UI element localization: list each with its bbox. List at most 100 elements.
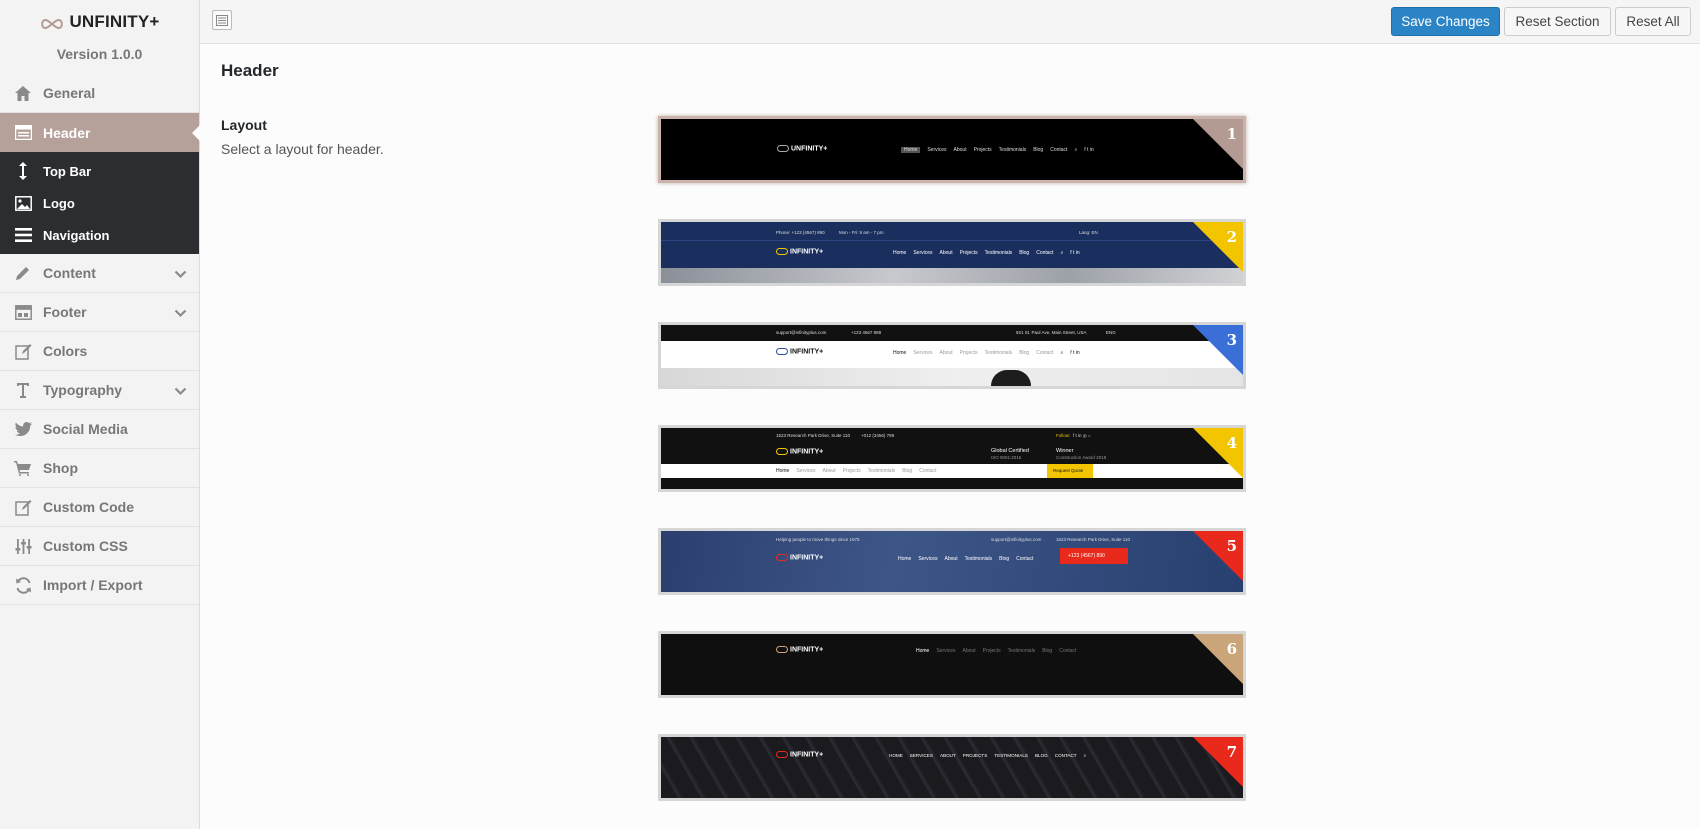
submenu-item-navigation[interactable]: Navigation (0, 219, 199, 251)
section-title: Header (221, 61, 279, 80)
layout-option-6[interactable]: INFINITY+ Home Services About Projects Testi… (658, 631, 1246, 698)
sidebar-item-colors[interactable]: Colors (0, 332, 199, 371)
layout-number: 3 (1226, 331, 1237, 349)
preview-nav: Home Services About Projects Testimonials Blo… (916, 648, 1077, 654)
reset-section-button[interactable]: Reset Section (1504, 7, 1611, 36)
sidebar-item-label: Header (43, 124, 91, 141)
header-layout-icon (13, 123, 33, 143)
preview-topbar-right: 921 St. Paul Ave, Main Street, USA (1016, 330, 1087, 335)
field-title: Layout (221, 117, 267, 133)
layout-number: 5 (1226, 537, 1237, 555)
cart-icon (13, 458, 33, 478)
pencil-icon (13, 263, 33, 283)
text-icon (13, 380, 33, 400)
sidebar-item-social-media[interactable]: Social Media (0, 410, 199, 449)
sidebar-item-footer[interactable]: Footer (0, 293, 199, 332)
chevron-down-icon[interactable] (174, 266, 187, 282)
preview-nav: Home Services About Projects Testimonials Blo… (893, 350, 1080, 356)
save-changes-button[interactable]: Save Changes (1391, 7, 1500, 36)
layout-options: UNFINITY+ Home Services About Projects Testi… (658, 116, 1246, 801)
sidebar-item-label: Custom Code (43, 499, 134, 515)
preview-cta: Request Quote (1053, 468, 1084, 473)
preview-topbar-left: Phone: +123 (4567) 890 (776, 230, 825, 235)
preview-topbar-left: 1523 Research Park Drive, Suite 110 (776, 433, 850, 438)
sidebar-item-custom-code[interactable]: Custom Code (0, 488, 199, 527)
layout-option-3[interactable]: support@infinityplus.com +123 4567 889 9… (658, 322, 1246, 389)
header-submenu: Top Bar Logo Navigation (0, 152, 199, 254)
preview-logo: INFINITY+ (776, 646, 823, 653)
layout-option-7[interactable]: INFINITY+ HOME SERVICES ABOUT PROJECTS TESTI… (658, 734, 1246, 801)
reset-all-button[interactable]: Reset All (1615, 7, 1691, 36)
brand-name: UNFINITY+ (69, 12, 160, 31)
submenu-item-top-bar[interactable]: Top Bar (0, 155, 199, 187)
preview-logo: UNFINITY+ (777, 145, 827, 152)
submenu-item-label: Top Bar (43, 163, 92, 179)
preview-award-2-sub: Construction Award 2019 (1056, 455, 1107, 460)
preview-logo: INFINITY+ (776, 751, 823, 758)
submenu-item-label: Navigation (43, 227, 110, 243)
layout-number: 2 (1226, 228, 1237, 246)
preview-follow: Follow: (1056, 433, 1071, 438)
sidebar-item-typography[interactable]: Typography (0, 371, 199, 410)
sidebar-item-label: Custom CSS (43, 538, 128, 554)
preview-award-2: Winner (1056, 448, 1074, 454)
brand-logo: UNFINITY+ (0, 12, 199, 32)
preview-nav: Home Services About Projects Testimonials Blo… (901, 147, 1101, 153)
sidebar-item-shop[interactable]: Shop (0, 449, 199, 488)
footer-layout-icon (13, 302, 33, 322)
layout-option-2[interactable]: Phone: +123 (4567) 890 Mon - Fri: 9 am -… (658, 219, 1246, 286)
preview-topbar-mid: +123 4567 889 (851, 330, 882, 335)
sidebar-item-label: Content (43, 265, 96, 281)
edit-code-icon (13, 497, 33, 517)
layout-option-1[interactable]: UNFINITY+ Home Services About Projects Testi… (658, 116, 1246, 183)
edit-square-icon (13, 341, 33, 361)
preview-topbar-mid: +012 (3456) 789 (861, 433, 895, 438)
sidebar-item-import-export[interactable]: Import / Export (0, 566, 199, 605)
layout-number: 6 (1226, 640, 1237, 658)
preview-logo: INFINITY+ (776, 448, 823, 455)
preview-topbar-lang: ENG (1106, 330, 1116, 335)
sidebar-item-general[interactable]: General (0, 74, 199, 113)
twitter-icon (13, 419, 33, 439)
top-toolbar: Save Changes Reset Section Reset All (200, 0, 1700, 44)
preview-topbar-left: Helping people to move things since 1975 (776, 537, 860, 542)
submenu-item-label: Logo (43, 195, 75, 211)
preview-topbar-right: 1523 Research Park Drive, Suite 110 (1056, 537, 1130, 542)
layout-option-5[interactable]: Helping people to move things since 1975… (658, 528, 1246, 595)
sidebar-item-content[interactable]: Content (0, 254, 199, 293)
layout-option-4[interactable]: 1523 Research Park Drive, Suite 110 +012… (658, 425, 1246, 492)
infinity-icon (41, 18, 64, 30)
sliders-icon (13, 536, 33, 556)
version-label: Version 1.0.0 (56, 46, 143, 62)
sidebar-item-label: Shop (43, 460, 78, 476)
chevron-down-icon[interactable] (174, 383, 187, 399)
layout-number: 1 (1226, 125, 1237, 143)
preview-logo: INFINITY+ (776, 348, 823, 355)
main-panel: Header Layout Select a layout for header… (200, 44, 1700, 829)
sidebar-item-label: Colors (43, 343, 88, 359)
toggle-sidebar-button[interactable] (212, 10, 232, 30)
preview-topbar-left: support@infinityplus.com (776, 330, 827, 335)
preview-nav: Home Services About Projects Testimonials Blo… (776, 468, 937, 474)
sidebar-item-custom-css[interactable]: Custom CSS (0, 527, 199, 566)
sidebar-item-label: Footer (43, 304, 87, 320)
layout-number: 4 (1226, 434, 1237, 452)
brand: UNFINITY+ Version 1.0.0 (0, 0, 199, 74)
preview-topbar-mid: support@infinityplus.com (991, 537, 1042, 542)
home-icon (13, 83, 33, 103)
sidebar-item-label: Import / Export (43, 577, 143, 593)
preview-nav: Home Services About Projects Testimonials Blo… (893, 250, 1080, 256)
submenu-item-logo[interactable]: Logo (0, 187, 199, 219)
preview-topbar-right: Lang: EN (1079, 230, 1098, 235)
preview-phone: +123 (4567) 890 (1068, 553, 1105, 559)
chevron-down-icon[interactable] (174, 305, 187, 321)
preview-nav: HOME SERVICES ABOUT PROJECTS TESTIMONIALS BLO… (889, 753, 1087, 758)
preview-logo: INFINITY+ (776, 554, 823, 561)
refresh-icon (13, 575, 33, 595)
preview-topbar-mid: Mon - Fri: 9 am - 7 pm (839, 230, 884, 235)
preview-social: f t in ◎ ⌂ (1073, 433, 1091, 438)
sidebar-item-label: General (43, 85, 96, 101)
sidebar-item-header[interactable]: Header (0, 113, 200, 152)
preview-nav: Home Services About Testimonials Blog Contact (898, 556, 1034, 562)
image-icon (13, 195, 33, 211)
